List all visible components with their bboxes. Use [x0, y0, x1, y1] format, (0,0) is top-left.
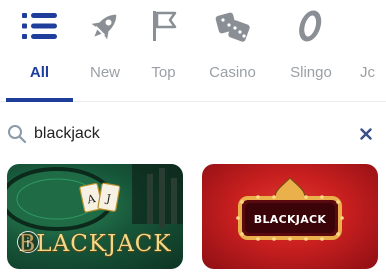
- tab-label: Casino: [209, 64, 256, 81]
- tab-label: New: [89, 64, 120, 81]
- tab-label: Jc: [360, 64, 375, 81]
- tab-all[interactable]: All: [6, 0, 73, 100]
- flag-icon: [144, 8, 184, 44]
- search-icon: [7, 124, 27, 144]
- tab-more[interactable]: Jc: [360, 0, 386, 100]
- info-icon[interactable]: i: [17, 231, 39, 253]
- tab-slingo[interactable]: Slingo: [283, 0, 339, 100]
- rocket-icon: [85, 8, 125, 44]
- tab-casino[interactable]: Casino: [202, 0, 263, 100]
- tab-new[interactable]: New: [79, 0, 131, 100]
- close-icon[interactable]: [357, 125, 375, 143]
- dice-icon: [213, 8, 253, 44]
- tab-top[interactable]: Top: [140, 0, 187, 100]
- category-tabs: All New Top Casino Slingo Jc: [0, 0, 386, 104]
- search-bar: [0, 116, 386, 152]
- game-tile-blackjack[interactable]: A J BLACKJACK i: [7, 164, 183, 269]
- game-title: BLACKJACK: [253, 213, 327, 226]
- tab-label: All: [29, 64, 50, 81]
- slingo-icon: [291, 8, 331, 44]
- tab-label: Top: [151, 64, 176, 81]
- game-tile-blackjack-classic[interactable]: BLACKJACK: [202, 164, 378, 269]
- search-input[interactable]: [34, 122, 334, 146]
- tab-label: Slingo: [290, 64, 332, 81]
- active-tab-indicator: [6, 98, 73, 102]
- list-icon: [20, 8, 60, 44]
